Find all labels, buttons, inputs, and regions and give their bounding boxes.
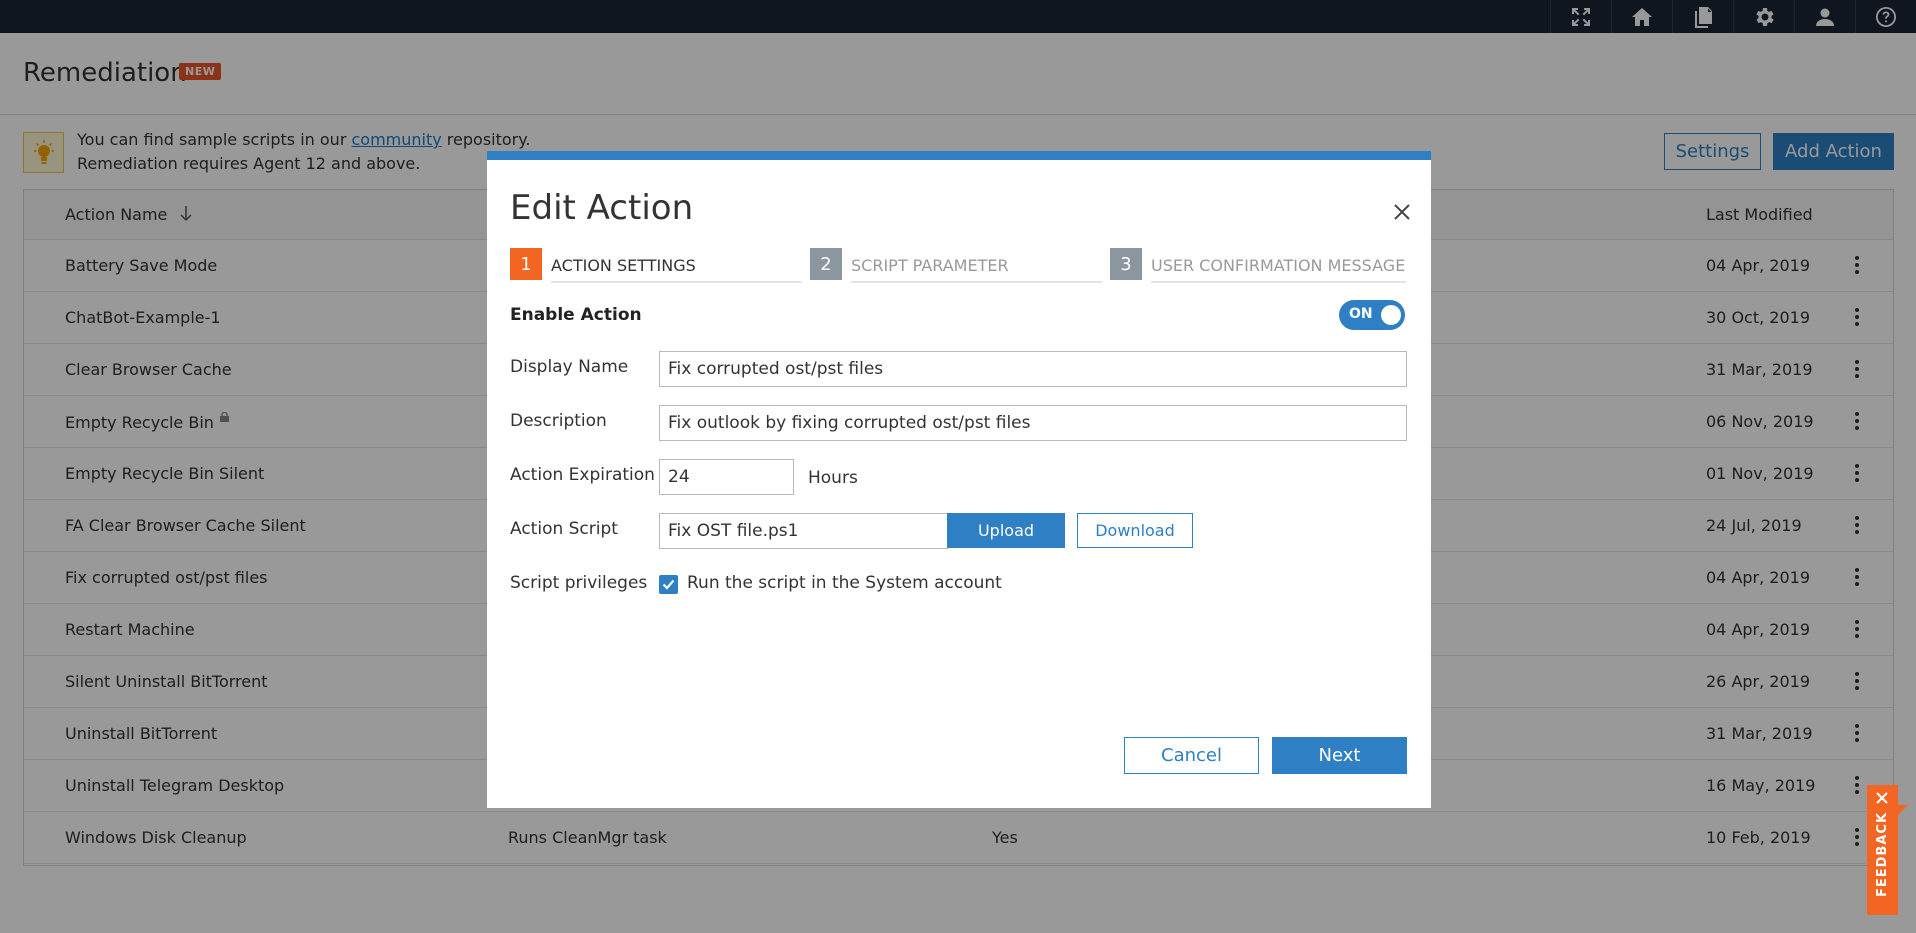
enable-action-toggle[interactable]: ON — [1339, 300, 1405, 330]
step-number-3: 3 — [1110, 248, 1142, 280]
download-button[interactable]: Download — [1077, 513, 1193, 548]
display-name-input[interactable]: Fix corrupted ost/pst files — [659, 351, 1407, 387]
enable-action-label: Enable Action — [510, 305, 642, 325]
upload-button[interactable]: Upload — [947, 513, 1065, 548]
step-label-2: SCRIPT PARAMETER — [851, 256, 1009, 275]
action-script-label: Action Script — [510, 519, 618, 539]
feedback-tail — [1898, 805, 1908, 815]
step-underline-2 — [851, 281, 1102, 283]
script-privileges-label: Script privileges — [510, 573, 648, 593]
close-icon[interactable] — [1390, 200, 1414, 224]
description-input[interactable]: Fix outlook by fixing corrupted ost/pst … — [659, 405, 1407, 441]
step-script-parameter[interactable]: 2 SCRIPT PARAMETER — [810, 248, 1102, 283]
step-underline-3 — [1151, 281, 1406, 283]
feedback-close-icon[interactable] — [1875, 791, 1889, 805]
next-button[interactable]: Next — [1272, 737, 1407, 774]
toggle-knob — [1381, 305, 1401, 325]
expiration-input[interactable]: 24 — [659, 459, 794, 495]
expiration-label: Action Expiration — [510, 465, 655, 485]
step-number-2: 2 — [810, 248, 842, 280]
step-underline-1 — [551, 281, 802, 283]
description-label: Description — [510, 411, 607, 431]
display-name-label: Display Name — [510, 357, 629, 377]
step-user-confirmation[interactable]: 3 USER CONFIRMATION MESSAGE — [1110, 248, 1406, 283]
system-account-checkbox-label[interactable]: Run the script in the System account — [687, 573, 1002, 593]
step-number-1: 1 — [510, 248, 542, 280]
action-script-input[interactable]: Fix OST file.ps1 — [659, 513, 948, 549]
feedback-label: FEEDBACK — [1875, 811, 1890, 897]
step-label-3: USER CONFIRMATION MESSAGE — [1151, 256, 1406, 275]
edit-action-dialog: Edit Action 1 ACTION SETTINGS 2 SCRIPT P… — [487, 151, 1431, 808]
checkmark-icon — [662, 579, 675, 590]
system-account-checkbox[interactable] — [659, 575, 678, 594]
cancel-button[interactable]: Cancel — [1124, 737, 1259, 774]
toggle-state-text: ON — [1349, 306, 1373, 322]
step-label-1: ACTION SETTINGS — [551, 256, 696, 275]
step-action-settings[interactable]: 1 ACTION SETTINGS — [510, 248, 802, 283]
dialog-title: Edit Action — [510, 188, 694, 228]
expiration-unit: Hours — [808, 468, 858, 488]
feedback-tab[interactable]: FEEDBACK — [1867, 785, 1908, 915]
